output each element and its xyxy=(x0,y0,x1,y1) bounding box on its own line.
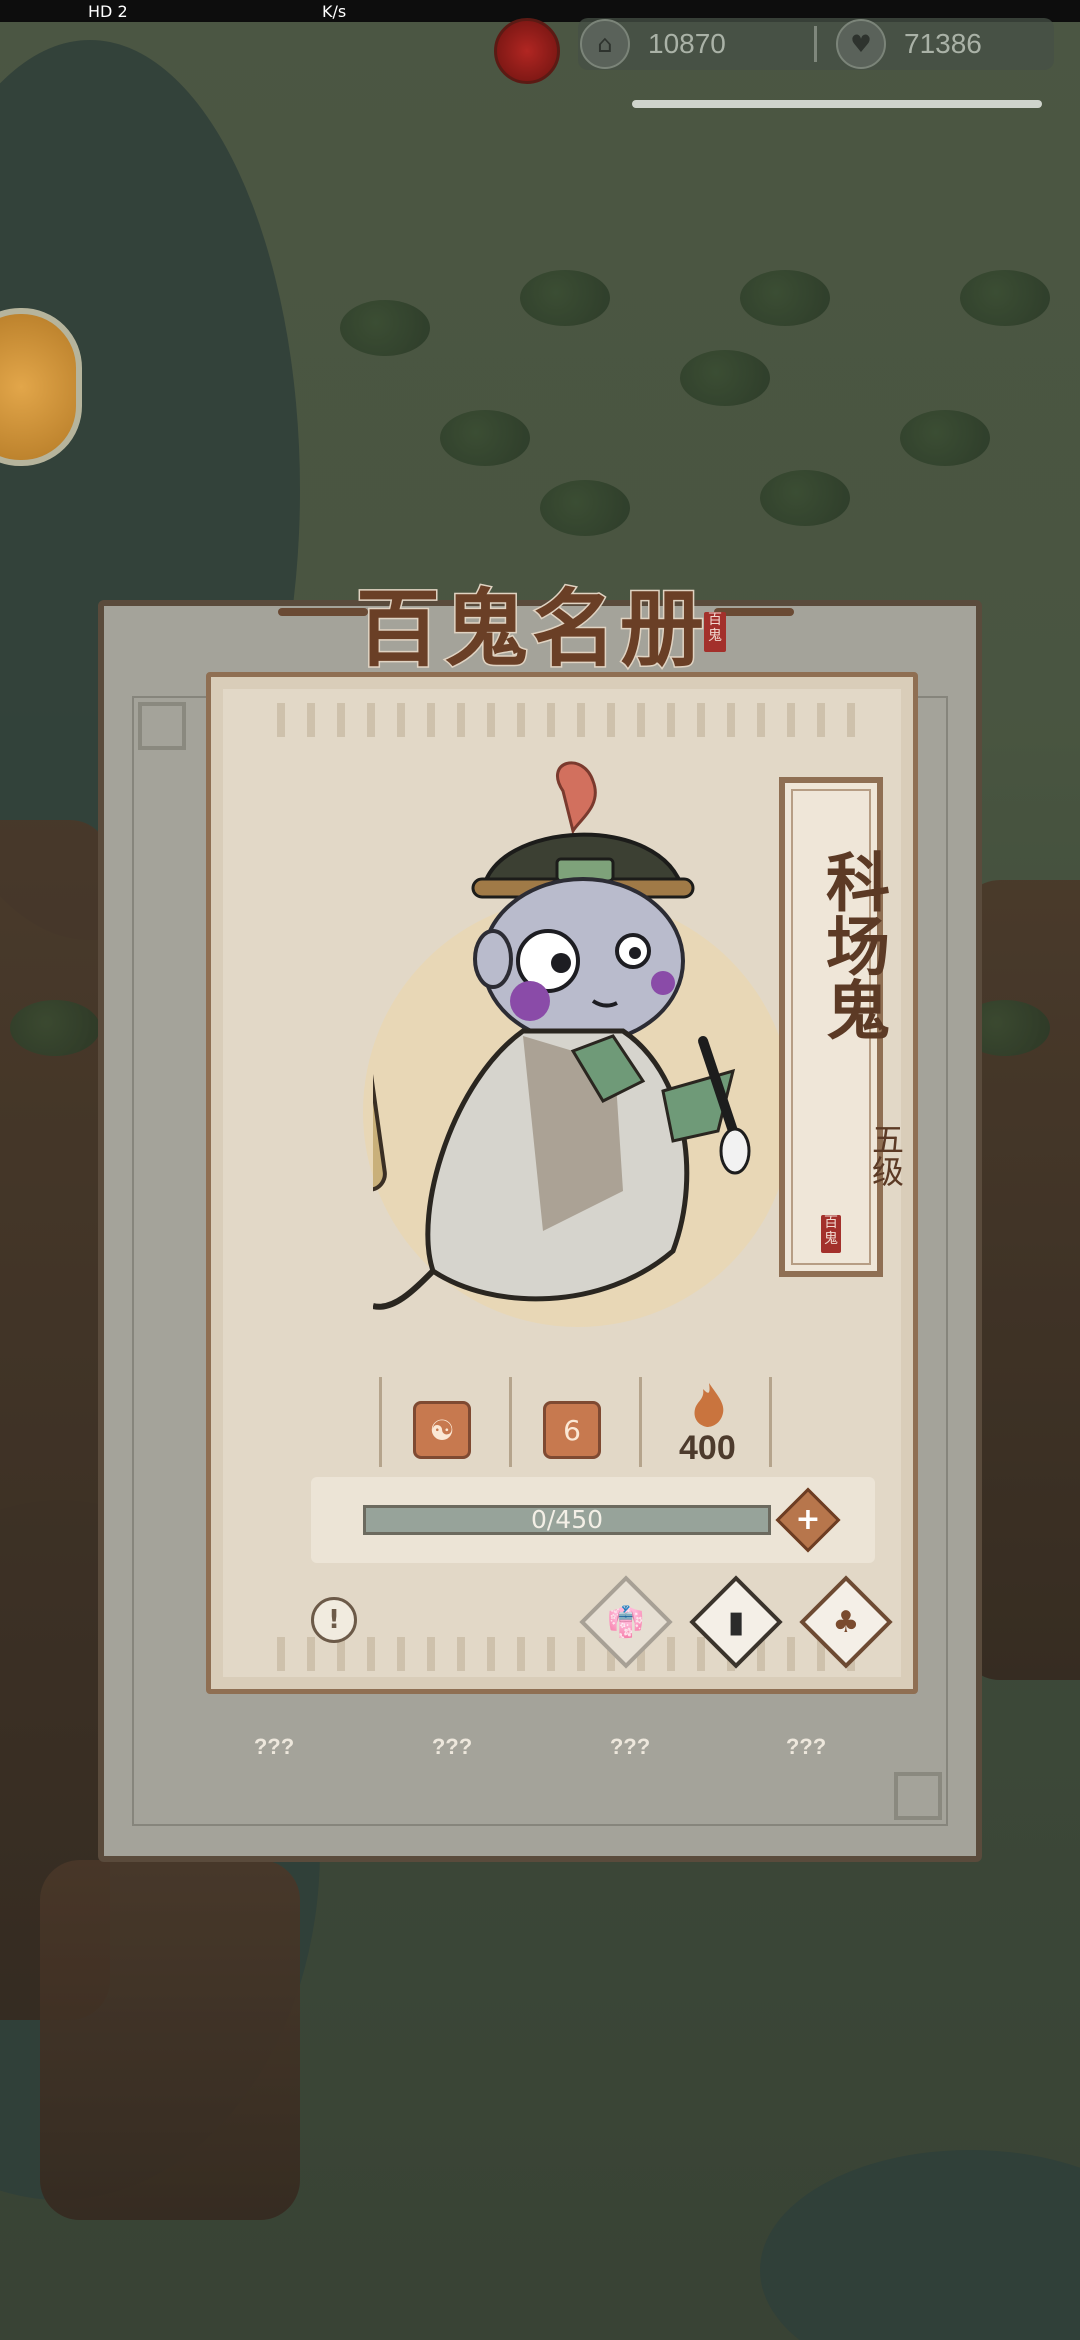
plus-icon: + xyxy=(795,1502,821,1537)
temple-resource-value: 10870 xyxy=(648,28,726,59)
network-indicator: HD 2 xyxy=(88,2,128,21)
ghost-name: 科场鬼 xyxy=(815,849,890,1041)
resource-bar: ⌂ 10870 ♥ 71386 xyxy=(578,18,1054,70)
locked-ghost-label: ??? xyxy=(431,1734,473,1759)
ghost-illustration xyxy=(373,761,751,1310)
bag-icon: ♣ xyxy=(832,1604,860,1640)
ghost-card: 科场鬼 五级 百鬼 ☯ 6 400 0/450 + ! 👘 ▮ ♣ xyxy=(206,672,918,1694)
xp-panel: 0/450 + xyxy=(311,1477,875,1563)
top-progress-line xyxy=(632,100,1042,108)
locked-ghost-label: ??? xyxy=(253,1734,295,1759)
heart-resource: ♥ 71386 xyxy=(836,18,982,70)
locked-ghost-label: ??? xyxy=(609,1734,651,1759)
heart-resource-value: 71386 xyxy=(904,28,982,59)
level-badge-icon: 6 xyxy=(543,1401,601,1459)
red-orb-icon[interactable] xyxy=(494,18,560,84)
locked-ghost-label: ??? xyxy=(785,1734,827,1759)
level-badge-value: 6 xyxy=(563,1413,581,1447)
coin-side-button[interactable] xyxy=(0,308,82,466)
yin-yang-icon[interactable]: ☯ xyxy=(413,1401,471,1459)
fire-icon xyxy=(694,1383,724,1427)
title-seal: 百鬼 xyxy=(704,612,726,652)
temple-resource: ⌂ 10870 xyxy=(580,18,726,70)
robe-icon: 👘 xyxy=(607,1604,645,1640)
fire-value: 400 xyxy=(679,1429,736,1467)
ghost-name-plaque: 科场鬼 五级 百鬼 xyxy=(779,777,905,1277)
modal-title-banner: 百鬼名册 百鬼 xyxy=(278,562,798,680)
network-speed: K/s xyxy=(322,2,347,21)
add-xp-button[interactable]: + xyxy=(775,1487,841,1553)
temple-icon: ⌂ xyxy=(580,19,630,69)
ghost-seal: 百鬼 xyxy=(821,1215,841,1253)
xp-text: 0/450 xyxy=(530,1505,604,1534)
modal-title: 百鬼名册 xyxy=(354,578,709,680)
book-icon: ▮ xyxy=(727,1604,745,1640)
xp-progress-bar: 0/450 xyxy=(363,1505,771,1535)
heart-icon: ♥ xyxy=(836,19,886,69)
info-button[interactable]: ! xyxy=(311,1597,357,1643)
ghost-grade: 五级 xyxy=(867,1123,905,1187)
